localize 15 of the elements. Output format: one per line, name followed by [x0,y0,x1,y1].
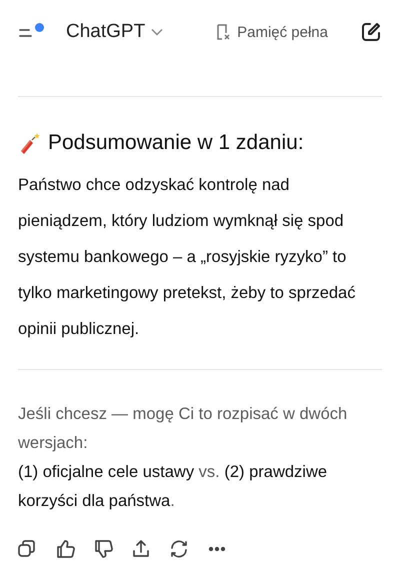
new-chat-icon[interactable] [360,21,382,43]
thumbs-down-icon[interactable] [92,538,114,560]
thumbs-up-icon[interactable] [54,538,76,560]
section-heading: Podsumowanie w 1 zdaniu: [48,131,304,155]
memory-status: Pamięć pełna [237,24,328,40]
memory-icon [215,23,232,41]
model-selector[interactable]: ChatGPT [66,21,164,43]
offer-text: Jeśli chcesz — mogę Ci to rozpisać w dwóch wersjach: [18,404,348,454]
firecracker-icon [18,131,42,155]
summary-paragraph: Państwo chce odzyskać kontrolę nad pieniądzem, który ludziom wymknął się spod systemu bankowego – a „rosyjskie ryzyko” to tylko marketingowy pretekst, żeby to sprzedać opinii publicznej. [18,175,356,340]
share-icon[interactable] [130,538,152,560]
copy-icon[interactable] [16,538,38,560]
options-text: (1) oficjalne cele ustawy vs. (2) prawdziwe korzyści dla państwa. [18,462,328,512]
chevron-down-icon [151,28,164,36]
regenerate-icon[interactable] [168,538,190,560]
